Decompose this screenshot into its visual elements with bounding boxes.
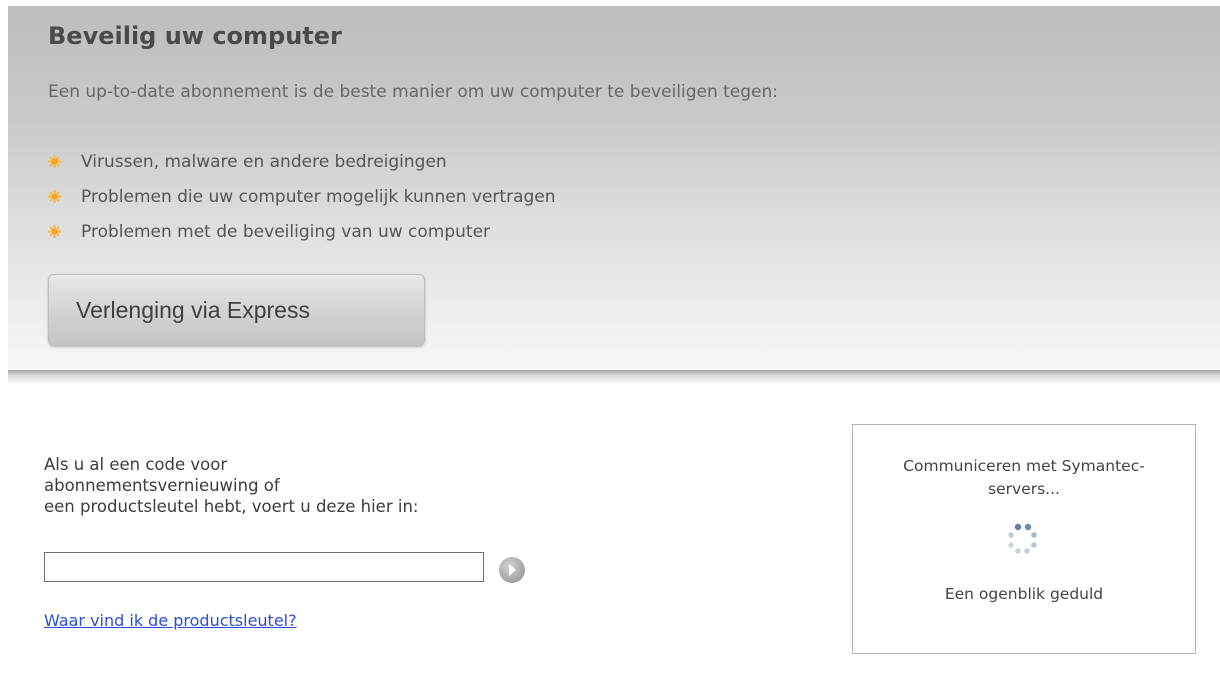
- hero-panel: Beveilig uw computer Een up-to-date abon…: [8, 6, 1220, 372]
- orange-sun-bullet-icon: [48, 225, 61, 238]
- orange-sun-bullet-icon: [48, 190, 61, 203]
- prompt-line: Als u al een code voor: [44, 455, 228, 474]
- list-item: Problemen met de beveiliging van uw comp…: [48, 214, 556, 249]
- hero-intro: Een up-to-date abonnement is de beste ma…: [48, 82, 779, 102]
- product-key-help-link[interactable]: Waar vind ik de productsleutel?: [44, 611, 297, 630]
- arrow-right-circle-icon: [499, 557, 525, 583]
- hero-title: Beveilig uw computer: [48, 22, 342, 50]
- key-entry-prompt: Als u al een code voor abonnementsvernie…: [44, 454, 564, 517]
- bullet-text: Virussen, malware en andere bedreigingen: [81, 151, 447, 172]
- submit-key-button[interactable]: [498, 556, 526, 584]
- list-item: Problemen die uw computer mogelijk kunne…: [48, 179, 556, 214]
- orange-sun-bullet-icon: [48, 155, 61, 168]
- prompt-line: abonnementsvernieuwing of: [44, 476, 280, 495]
- list-item: Virussen, malware en andere bedreigingen: [48, 144, 556, 179]
- prompt-line: een productsleutel hebt, voert u deze hi…: [44, 497, 419, 516]
- wait-message: Een ogenblik geduld: [944, 585, 1104, 603]
- express-renewal-button[interactable]: Verlenging via Express: [48, 274, 425, 346]
- bullet-text: Problemen die uw computer mogelijk kunne…: [81, 186, 556, 207]
- benefit-list: Virussen, malware en andere bedreigingen…: [48, 144, 556, 249]
- bullet-text: Problemen met de beveiliging van uw comp…: [81, 221, 491, 242]
- loading-spinner-icon: [1008, 523, 1037, 554]
- status-message: Communiceren met Symantec-servers...: [903, 457, 1145, 498]
- renewal-page: Beveilig uw computer Een up-to-date abon…: [0, 0, 1220, 694]
- hero-divider: [8, 370, 1220, 384]
- status-box: Communiceren met Symantec-servers... Een…: [852, 424, 1196, 654]
- product-key-input[interactable]: [44, 552, 484, 582]
